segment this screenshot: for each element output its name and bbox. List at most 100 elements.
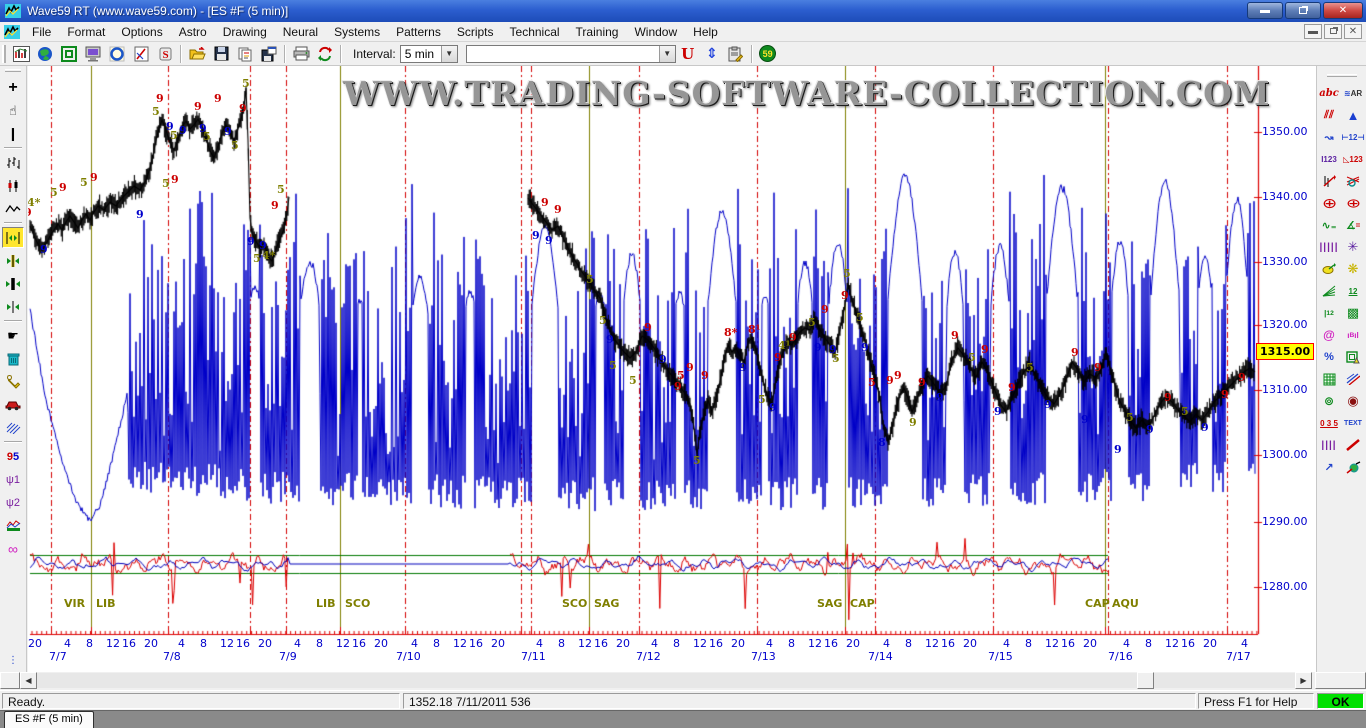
drawing-button[interactable]	[130, 44, 152, 64]
symbol-combo[interactable]: ▼	[466, 45, 676, 63]
menu-item-help[interactable]: Help	[685, 23, 726, 41]
spiral-tool[interactable]: @	[1318, 324, 1341, 346]
quote-board-button[interactable]	[58, 44, 80, 64]
cursor-bar-tool[interactable]: ❙	[2, 123, 24, 144]
ribbon-loop-tool[interactable]: ∞	[2, 538, 24, 559]
refresh-button[interactable]	[314, 44, 336, 64]
target-square-tool[interactable]: ◉	[1342, 390, 1365, 412]
vertical-bars-tool[interactable]: |||||	[1318, 236, 1341, 258]
minimize-button[interactable]: ▬	[1247, 2, 1283, 19]
fan-lines-tool[interactable]	[1318, 280, 1341, 302]
mini-bars-b-tool[interactable]: ıBıl	[1342, 324, 1365, 346]
bar-width-decrease-tool[interactable]	[2, 296, 24, 317]
toolbar-grip[interactable]	[5, 69, 21, 72]
diagonal-lines-tool[interactable]	[1342, 368, 1365, 390]
close-button[interactable]: ✕	[1323, 2, 1363, 19]
zigzag-arrow-tool[interactable]: ↗	[1318, 456, 1341, 478]
ellipse-cross-tool[interactable]: ⊕	[1338, 193, 1366, 213]
mdi-minimize-button[interactable]: ▬	[1304, 24, 1322, 39]
save-button[interactable]	[210, 44, 232, 64]
dropdown-arrow-icon[interactable]: ▼	[441, 46, 457, 62]
price-035-tool[interactable]: 0 3 5	[1318, 412, 1341, 434]
hatch-lines-tool[interactable]	[2, 417, 24, 438]
astro-globe-tool[interactable]	[1342, 456, 1365, 478]
ohlc-bars-tool[interactable]	[2, 152, 24, 173]
quote-page-button[interactable]	[34, 44, 56, 64]
menu-item-training[interactable]: Training	[568, 23, 627, 41]
bar-count-ruler-tool[interactable]: ⊢12⊣	[1342, 126, 1365, 148]
candlestick-tool[interactable]	[2, 175, 24, 196]
rounded-square-tool[interactable]: ⊚	[1318, 390, 1341, 412]
mdi-close-button[interactable]: ✕	[1344, 24, 1362, 39]
triangle-123-tool[interactable]: ◺123	[1342, 148, 1365, 170]
menu-item-options[interactable]: Options	[113, 23, 170, 41]
menu-item-systems[interactable]: Systems	[326, 23, 388, 41]
spiral-square-warning-tool[interactable]	[1342, 346, 1365, 368]
zigzag-equal-tool[interactable]: ∿₌	[1318, 214, 1341, 236]
menu-item-scripts[interactable]: Scripts	[449, 23, 502, 41]
andrews-ar-tool[interactable]: ≋AR	[1342, 82, 1365, 104]
bar-12-tool[interactable]: |12	[1318, 302, 1341, 324]
open-button[interactable]	[186, 44, 208, 64]
menu-item-technical[interactable]: Technical	[502, 23, 568, 41]
chart-tab[interactable]: ES #F (5 min)	[4, 711, 94, 728]
time-cycles-tool[interactable]	[1342, 170, 1365, 192]
save-layout-button[interactable]	[258, 44, 280, 64]
clock-button[interactable]	[106, 44, 128, 64]
copy-page-button[interactable]	[234, 44, 256, 64]
vertical-scale-button[interactable]: ⇕	[701, 44, 723, 64]
abc-label-tool[interactable]: abc	[1318, 82, 1341, 104]
print-button[interactable]	[290, 44, 312, 64]
parallel-lines-tool[interactable]: ⫽⫽	[1318, 104, 1341, 126]
line-chart-tool[interactable]	[2, 198, 24, 219]
menu-item-format[interactable]: Format	[59, 23, 113, 41]
menu-item-neural[interactable]: Neural	[275, 23, 326, 41]
toolbar-grip[interactable]	[1327, 74, 1357, 77]
scripts-button[interactable]: S	[154, 44, 176, 64]
dropdown-arrow-icon[interactable]: ▼	[659, 46, 675, 62]
restore-button[interactable]	[1285, 2, 1321, 19]
auto-trader-tool[interactable]	[2, 394, 24, 415]
desktop-button[interactable]	[82, 44, 104, 64]
title-bar[interactable]: Wave59 RT (www.wave59.com) - [ES #F (5 m…	[0, 0, 1366, 22]
text-tool[interactable]: TEXT	[1342, 412, 1365, 434]
candle-arrow-tool[interactable]	[1318, 170, 1341, 192]
arrow-up-tool[interactable]: ▲	[1342, 104, 1365, 126]
menu-item-astro[interactable]: Astro	[171, 23, 215, 41]
grid-tool[interactable]	[1318, 368, 1341, 390]
pointer-select-tool[interactable]: ☛	[2, 325, 24, 346]
crosshair-tool[interactable]: +	[2, 77, 24, 98]
wave1-tool[interactable]: ψ1	[2, 469, 24, 490]
mdi-restore-button[interactable]	[1324, 24, 1342, 39]
compress-spacing-tool[interactable]	[2, 250, 24, 271]
square-of-nine-wheel-tool[interactable]: ❋	[1342, 258, 1365, 280]
pane-split-button[interactable]	[0, 672, 20, 689]
percent-tool[interactable]: %	[1318, 346, 1341, 368]
toolbar-grip[interactable]	[2, 45, 6, 63]
new-chart-button[interactable]	[10, 44, 32, 64]
menu-item-patterns[interactable]: Patterns	[388, 23, 449, 41]
underline-12-tool[interactable]: 12	[1342, 280, 1365, 302]
nine-five-count-tool[interactable]: 95	[2, 446, 24, 467]
four-bars-tool[interactable]: ||||	[1318, 434, 1341, 456]
trendline-tool[interactable]	[1342, 434, 1365, 456]
interval-dropdown[interactable]: 5 min ▼	[400, 45, 458, 63]
menu-item-window[interactable]: Window	[626, 23, 685, 41]
wave59-button[interactable]: 59	[757, 44, 779, 64]
menu-item-file[interactable]: File	[24, 23, 59, 41]
notes-button[interactable]	[725, 44, 747, 64]
wave2-tool[interactable]: ψ2	[2, 492, 24, 513]
bar-width-increase-tool[interactable]	[2, 273, 24, 294]
scrollbar-thumb[interactable]	[1137, 672, 1154, 689]
scroll-right-button[interactable]: ▶	[1295, 672, 1312, 689]
yellow-ellipse-arrow-tool[interactable]	[1318, 258, 1341, 280]
settings-wrench-tool[interactable]	[2, 371, 24, 392]
scrollbar-track[interactable]	[37, 673, 1295, 688]
gann-wheel-tool[interactable]: ✳	[1342, 236, 1365, 258]
swing-arrow-tool[interactable]: ↝	[1318, 126, 1341, 148]
menu-item-drawing[interactable]: Drawing	[215, 23, 275, 41]
hatch-square-tool[interactable]: ▩	[1342, 302, 1365, 324]
pan-hand-tool[interactable]: ☝	[2, 100, 24, 121]
angle-tool[interactable]: ∡=	[1342, 214, 1365, 236]
delete-tool[interactable]	[2, 348, 24, 369]
